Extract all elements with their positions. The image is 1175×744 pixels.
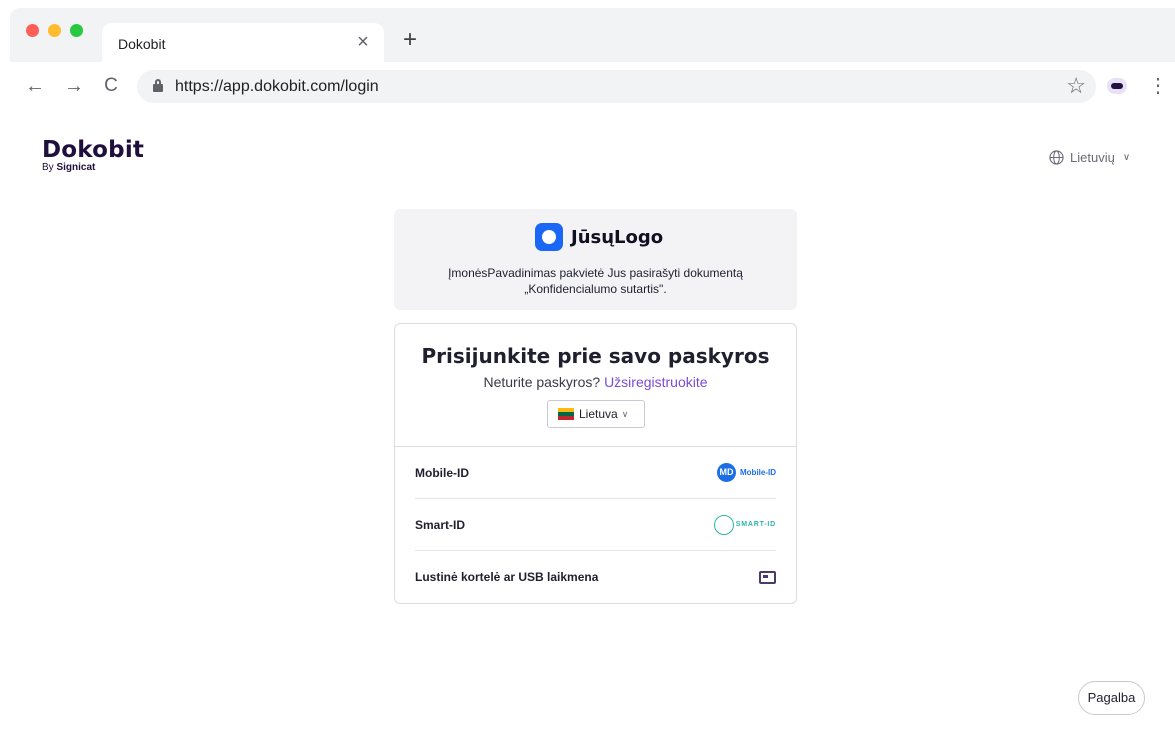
maximize-window-button[interactable] — [70, 24, 83, 37]
method-label: Mobile-ID — [415, 465, 469, 480]
company-logo-name: JūsųLogo — [571, 226, 664, 248]
mobile-id-logo-text: Mobile-ID — [740, 468, 776, 477]
login-card: Prisijunkite prie savo paskyros Neturite… — [394, 323, 797, 604]
browser-menu-icon[interactable]: ⋮ — [1148, 72, 1168, 100]
logo-by-text: By — [42, 162, 54, 173]
login-method-mobile-id[interactable]: Mobile-ID MD Mobile-ID — [415, 447, 776, 499]
extension-icon[interactable] — [1107, 78, 1127, 94]
language-label: Lietuvių — [1070, 150, 1115, 165]
register-prompt: Neturite paskyros? Užsiregistruokite — [395, 374, 796, 390]
no-account-text: Neturite paskyros? — [483, 374, 601, 390]
login-method-smart-card[interactable]: Lustinė kortelė ar USB laikmena — [415, 551, 776, 603]
logo-vendor-text: Signicat — [56, 162, 96, 173]
invitation-banner: JūsųLogo ĮmonėsPavadinimas pakvietė Jus … — [394, 209, 797, 310]
register-link[interactable]: Užsiregistruokite — [604, 374, 707, 390]
logo-byline: By Signicat — [42, 162, 144, 174]
tab-close-icon[interactable]: × — [352, 31, 374, 53]
lithuania-flag-icon — [558, 408, 574, 420]
url-text[interactable]: https://app.dokobit.com/login — [175, 78, 379, 96]
country-select[interactable]: Lietuva ∨ — [547, 400, 645, 428]
lock-icon — [153, 79, 163, 92]
tab-title: Dokobit — [118, 36, 166, 52]
browser-toolbar: ← → C https://app.dokobit.com/login ☆ ⋮ — [0, 64, 1175, 109]
address-bar[interactable]: https://app.dokobit.com/login ☆ — [137, 70, 1096, 103]
smart-id-logo: SMART-ID — [713, 514, 776, 535]
new-tab-button[interactable]: + — [398, 28, 422, 52]
smart-id-logo-text: SMART-ID — [735, 521, 776, 528]
forward-arrow-icon[interactable]: → — [60, 72, 88, 100]
back-arrow-icon[interactable]: ← — [21, 72, 49, 100]
country-label: Lietuva — [579, 407, 618, 421]
help-button[interactable]: Pagalba — [1078, 681, 1145, 715]
invitation-text: ĮmonėsPavadinimas pakvietė Jus pasirašyt… — [448, 266, 743, 296]
browser-chrome: Dokobit × + ← → C https://app.dokobit.co… — [0, 0, 1175, 109]
company-logo-icon — [535, 223, 563, 251]
close-window-button[interactable] — [26, 24, 39, 37]
company-brand: JūsųLogo — [535, 223, 663, 251]
mobile-id-mark: MD — [717, 463, 736, 482]
reload-icon[interactable]: C — [97, 72, 125, 100]
smart-id-mark-icon — [713, 514, 734, 535]
globe-icon — [1049, 150, 1064, 165]
logo-wordmark: Dokobit — [42, 137, 145, 163]
chevron-down-icon: ∨ — [1122, 152, 1131, 163]
minimize-window-button[interactable] — [48, 24, 61, 37]
login-title: Prisijunkite prie savo paskyros — [421, 344, 770, 368]
dokobit-logo[interactable]: Dokobit By Signicat — [42, 138, 144, 174]
bookmark-star-icon[interactable]: ☆ — [1066, 73, 1086, 99]
language-selector[interactable]: Lietuvių ∨ — [1049, 150, 1130, 165]
method-label: Lustinė kortelė ar USB laikmena — [415, 570, 599, 584]
smart-card-icon — [759, 570, 776, 584]
chevron-down-icon: ∨ — [621, 408, 629, 419]
login-method-smart-id[interactable]: Smart-ID SMART-ID — [415, 499, 776, 551]
browser-tab[interactable]: Dokobit × — [102, 23, 384, 64]
method-label: Smart-ID — [415, 517, 466, 532]
mobile-id-logo: MD Mobile-ID — [717, 463, 776, 482]
